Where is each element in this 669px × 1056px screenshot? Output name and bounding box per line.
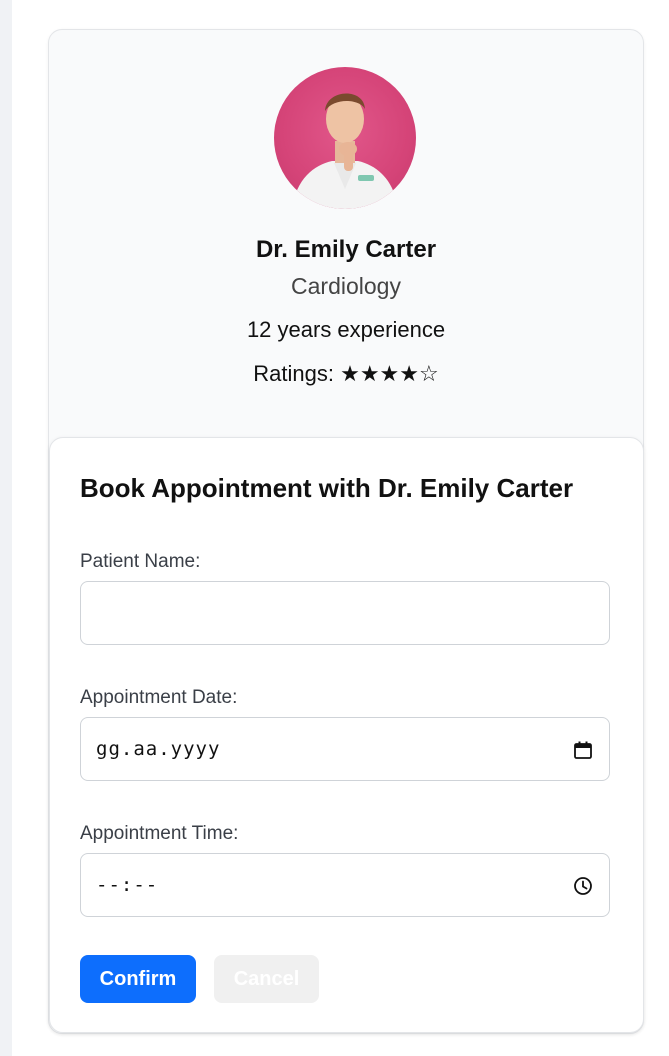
doctor-specialty: Cardiology <box>291 273 401 299</box>
appointment-date-label: Appointment Date: <box>80 687 238 708</box>
left-gutter <box>0 0 12 1056</box>
clock-icon[interactable] <box>573 876 593 896</box>
rating-stars: ★★★★☆ <box>340 361 439 386</box>
rating-label: Ratings: <box>253 361 334 386</box>
appointment-time-input[interactable]: --:-- <box>80 853 610 917</box>
doctor-rating: Ratings: ★★★★☆ <box>48 361 644 387</box>
doctor-avatar <box>274 67 416 209</box>
doctor-portrait-icon <box>292 93 398 209</box>
appointment-date-input[interactable]: gg.aa.yyyy <box>80 717 610 781</box>
booking-title: Book Appointment with Dr. Emily Carter <box>80 473 574 503</box>
patient-name-label: Patient Name: <box>80 551 201 572</box>
doctor-experience: 12 years experience <box>246 317 446 342</box>
time-placeholder: --:-- <box>96 874 159 896</box>
appointment-time-label: Appointment Time: <box>80 823 239 844</box>
date-placeholder: gg.aa.yyyy <box>96 738 221 760</box>
confirm-button[interactable]: Confirm <box>80 955 196 1003</box>
patient-name-input[interactable] <box>80 581 610 645</box>
calendar-icon[interactable] <box>573 740 593 760</box>
cancel-button[interactable]: Cancel <box>214 955 319 1003</box>
doctor-name: Dr. Emily Carter <box>255 236 437 263</box>
